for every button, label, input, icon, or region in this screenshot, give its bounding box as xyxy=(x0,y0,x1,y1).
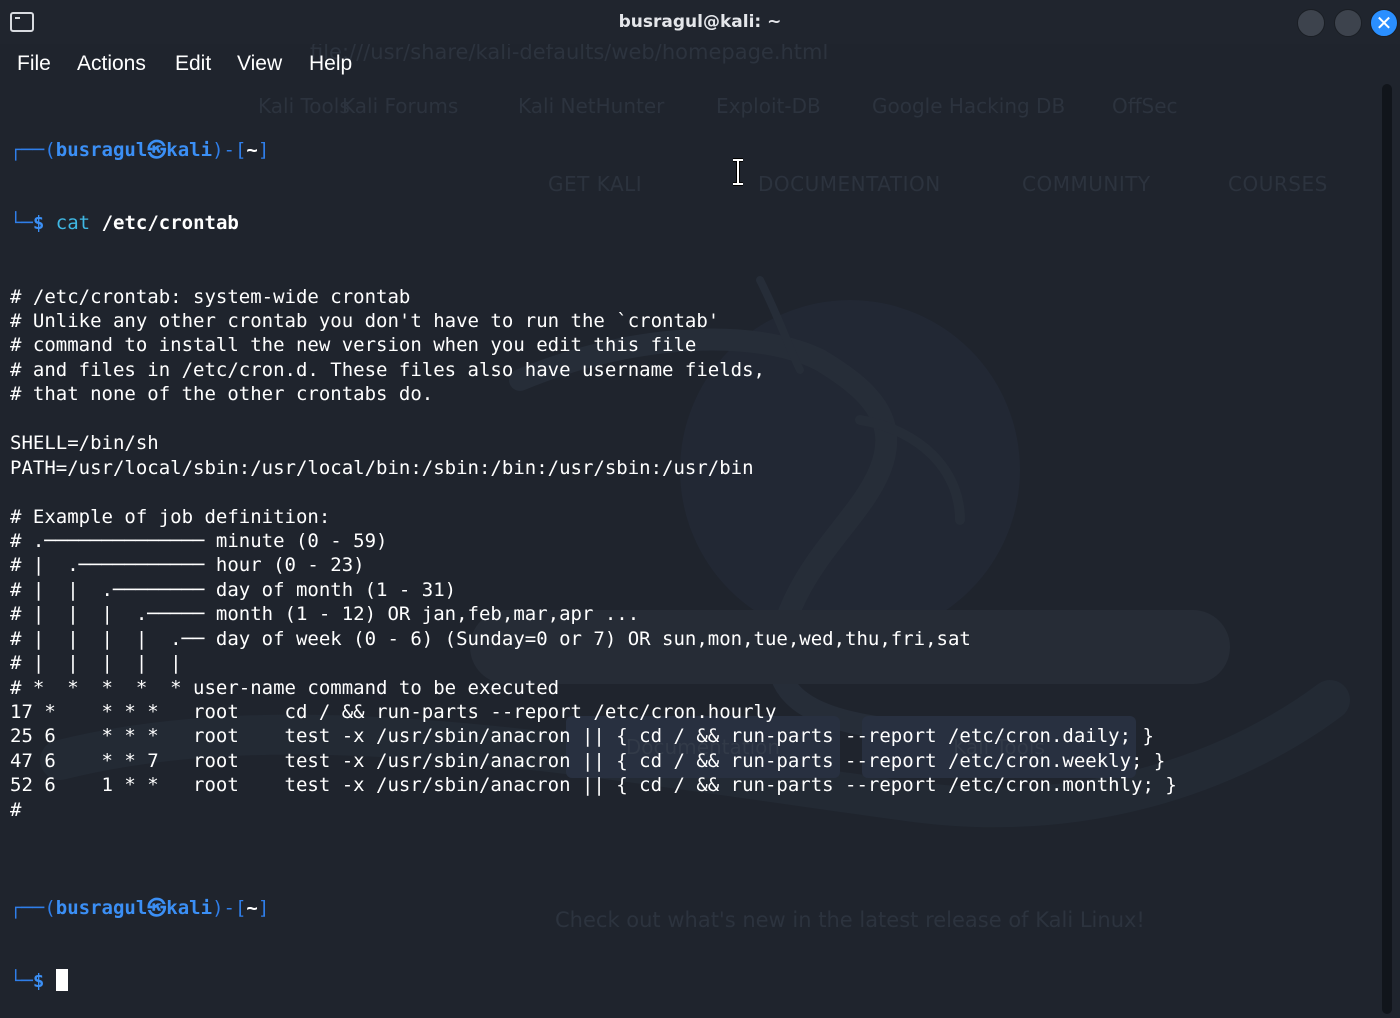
menu-edit[interactable]: Edit xyxy=(175,52,211,76)
output-line: # Example of job definition: xyxy=(10,505,331,528)
output-line: 47 6 * * 7 root test -x /usr/sbin/anacro… xyxy=(10,749,1166,772)
output-line: # | | .──────── day of month (1 - 31) xyxy=(10,578,457,601)
close-button[interactable]: ✕ xyxy=(1370,9,1398,37)
title-bar[interactable]: busragul@kali: ~ ✕ xyxy=(0,0,1400,44)
menu-view[interactable]: View xyxy=(237,52,282,76)
output-line: # | | | | .── day of week (0 - 6) (Sunda… xyxy=(10,627,971,650)
menu-actions[interactable]: Actions xyxy=(77,52,146,76)
output-line: # and files in /etc/cron.d. These files … xyxy=(10,358,765,381)
prompt-line-1: ┌──(busragul㉿kali)-[~] xyxy=(10,138,270,161)
output-line: # xyxy=(10,798,22,821)
command-arg: /etc/crontab xyxy=(101,212,239,235)
command-name: cat xyxy=(55,212,91,235)
output-line: # * * * * * user-name command to be exec… xyxy=(10,676,560,699)
window-title: busragul@kali: ~ xyxy=(618,12,782,32)
close-icon: ✕ xyxy=(1375,11,1393,35)
output-line: # command to install the new version whe… xyxy=(10,334,697,357)
input-line[interactable]: └─$ xyxy=(10,968,1380,993)
output-line: # /etc/crontab: system-wide crontab xyxy=(10,285,411,308)
ibeam-cursor-icon xyxy=(733,158,743,186)
scrollbar[interactable] xyxy=(1382,84,1394,1018)
output-line: SHELL=/bin/sh xyxy=(10,432,159,455)
output-line: 52 6 1 * * root test -x /usr/sbin/anacro… xyxy=(10,774,1177,797)
output-line: 25 6 * * * root test -x /usr/sbin/anacro… xyxy=(10,725,1154,748)
output-line: # Unlike any other crontab you don't hav… xyxy=(10,310,720,333)
output-line: # | | | .───── month (1 - 12) OR jan,feb… xyxy=(10,603,640,626)
minimize-button[interactable] xyxy=(1297,9,1325,37)
menu-bar: File Actions Edit View Help xyxy=(0,44,1400,84)
text-cursor xyxy=(55,968,68,991)
output-line: PATH=/usr/local/sbin:/usr/local/bin:/sbi… xyxy=(10,456,754,479)
prompt-line-2: ┌──(busragul㉿kali)-[~] xyxy=(10,896,270,919)
output-line: # that none of the other crontabs do. xyxy=(10,383,434,406)
output-line: 17 * * * * root cd / && run-parts --repo… xyxy=(10,701,777,724)
menu-file[interactable]: File xyxy=(17,52,51,76)
terminal-output-area[interactable]: ┌──(busragul㉿kali)-[~] └─$ cat /etc/cron… xyxy=(10,89,1380,1018)
scrollbar-thumb[interactable] xyxy=(1382,84,1392,1014)
output-line: # .────────────── minute (0 - 59) xyxy=(10,529,388,552)
output-line: # | .─────────── hour (0 - 23) xyxy=(10,554,365,577)
maximize-button[interactable] xyxy=(1334,9,1362,37)
command-line: └─$ cat /etc/crontab xyxy=(10,212,239,235)
command-output: # /etc/crontab: system-wide crontab # Unl… xyxy=(10,285,1380,847)
output-line: # | | | | | xyxy=(10,652,182,675)
menu-help[interactable]: Help xyxy=(309,52,352,76)
